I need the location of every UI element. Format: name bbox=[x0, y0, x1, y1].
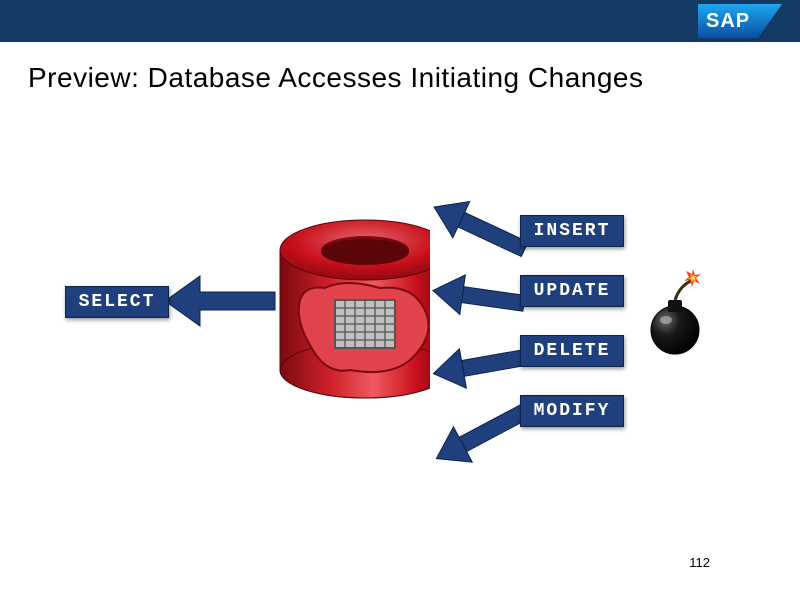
insert-arrow bbox=[426, 189, 534, 280]
update-arrow bbox=[430, 271, 527, 323]
select-box: SELECT bbox=[65, 286, 169, 318]
insert-box: INSERT bbox=[520, 215, 624, 247]
logo-text: SAP bbox=[706, 10, 750, 32]
header-bar: SAP bbox=[0, 0, 800, 42]
database-cylinder bbox=[280, 220, 450, 398]
delete-arrow bbox=[430, 338, 528, 393]
sap-logo: SAP bbox=[698, 4, 782, 38]
bomb-icon bbox=[651, 269, 701, 354]
select-arrow bbox=[165, 276, 275, 326]
modify-box: MODIFY bbox=[520, 395, 624, 427]
page-title: Preview: Database Accesses Initiating Ch… bbox=[0, 42, 800, 94]
delete-box: DELETE bbox=[520, 335, 624, 367]
insert-arrow bbox=[435, 222, 530, 292]
slide-number: 112 bbox=[689, 555, 710, 570]
update-box: UPDATE bbox=[520, 275, 624, 307]
modify-arrow bbox=[427, 394, 534, 476]
